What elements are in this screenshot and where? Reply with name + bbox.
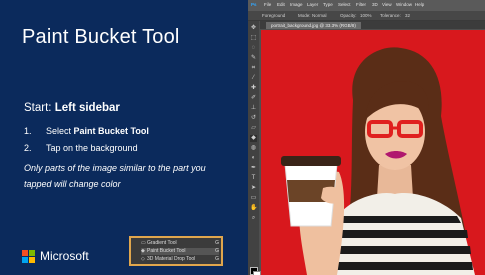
eyedropper-tool-icon[interactable]: ⁄ xyxy=(250,75,257,82)
zoom-tool-icon[interactable]: ⌕ xyxy=(250,215,257,222)
app-logo: Ps xyxy=(251,2,257,7)
menu-select[interactable]: Select xyxy=(338,2,351,7)
step-1: 1. Select Paint Bucket Tool xyxy=(24,126,149,136)
shape-tool-icon[interactable]: ▭ xyxy=(250,195,257,202)
marquee-tool-icon[interactable]: ⬚ xyxy=(250,35,257,42)
crop-tool-icon[interactable]: ⌗ xyxy=(250,65,257,72)
flyout-item-gradient[interactable]: ▭Gradient Tool G xyxy=(141,240,219,247)
flyout-item-label: Paint Bucket Tool xyxy=(147,248,186,254)
path-select-tool-icon[interactable]: ➤ xyxy=(250,185,257,192)
options-bar: Foreground Mode: Normal Opacity: 100% To… xyxy=(248,11,485,21)
document-tab-bar: portrait_background.jpg @ 33.3% (RGB/8) xyxy=(260,21,485,29)
tools-panel: ✥ ⬚ ◌ ✎ ⌗ ⁄ ✚ ✐ ⊥ ↺ ▱ ◆ ◍ ◐ ✒ T ➤ ▭ ✋ ⌕ xyxy=(248,21,261,275)
flyout-item-label: 3D Material Drop Tool xyxy=(147,256,196,262)
flyout-item-shortcut: G xyxy=(215,256,219,262)
flyout-item-shortcut: G xyxy=(215,240,219,246)
start-instruction: Start: Left sidebar xyxy=(24,102,120,114)
step-text: Select xyxy=(46,126,74,136)
menu-bar: Ps File Edit Image Layer Type Select Fil… xyxy=(248,0,485,11)
cup-lid xyxy=(281,156,341,166)
healing-brush-tool-icon[interactable]: ✚ xyxy=(250,85,257,92)
menu-3d[interactable]: 3D xyxy=(372,2,378,7)
dodge-tool-icon[interactable]: ◐ xyxy=(250,155,257,162)
photoshop-window: Ps File Edit Image Layer Type Select Fil… xyxy=(248,0,485,275)
fill-source-select[interactable]: Foreground xyxy=(262,13,285,18)
quick-select-tool-icon[interactable]: ✎ xyxy=(250,55,257,62)
mode-select[interactable]: Normal xyxy=(312,13,327,18)
brush-tool-icon[interactable]: ✐ xyxy=(250,95,257,102)
step-number: 2. xyxy=(24,143,32,153)
menu-layer[interactable]: Layer xyxy=(307,2,318,7)
lasso-tool-icon[interactable]: ◌ xyxy=(250,45,257,52)
hand-tool-icon[interactable]: ✋ xyxy=(250,205,257,212)
start-prefix: Start: xyxy=(24,102,55,114)
start-location: Left sidebar xyxy=(54,102,120,114)
mode-label: Mode: xyxy=(298,13,311,18)
step-text: Tap on the background xyxy=(46,143,138,153)
opacity-field[interactable]: 100% xyxy=(360,13,372,18)
history-brush-tool-icon[interactable]: ↺ xyxy=(250,115,257,122)
brand-name: Microsoft xyxy=(40,249,89,263)
type-tool-icon[interactable]: T xyxy=(250,175,257,182)
tolerance-label: Tolerance: xyxy=(380,13,401,18)
step-2: 2. Tap on the background xyxy=(24,143,138,153)
menu-help[interactable]: Help xyxy=(415,2,424,7)
step-tool-name: Paint Bucket Tool xyxy=(73,126,149,136)
canvas-photo xyxy=(261,30,485,275)
flyout-item-3d-material-drop[interactable]: ◇ 3D Material Drop Tool G xyxy=(141,256,219,263)
menu-filter[interactable]: Filter xyxy=(356,2,366,7)
instruction-panel: Paint Bucket Tool Start: Left sidebar 1.… xyxy=(0,0,248,275)
background-color-swatch[interactable] xyxy=(253,271,261,275)
document-canvas[interactable] xyxy=(261,30,485,275)
tolerance-field[interactable]: 32 xyxy=(405,13,410,18)
step-number: 1. xyxy=(24,126,32,136)
paint-bucket-tool-icon[interactable]: ◆ xyxy=(250,135,257,142)
eraser-tool-icon[interactable]: ▱ xyxy=(250,125,257,132)
menu-file[interactable]: File xyxy=(264,2,271,7)
blur-tool-icon[interactable]: ◍ xyxy=(250,145,257,152)
flyout-item-label: Gradient Tool xyxy=(147,240,177,246)
flyout-item-paint-bucket[interactable]: ◆ Paint Bucket Tool G xyxy=(141,248,219,255)
tutorial-slide: Paint Bucket Tool Start: Left sidebar 1.… xyxy=(0,0,485,275)
move-tool-icon[interactable]: ✥ xyxy=(250,25,257,32)
pen-tool-icon[interactable]: ✒ xyxy=(250,165,257,172)
clone-stamp-tool-icon[interactable]: ⊥ xyxy=(250,105,257,112)
opacity-label: Opacity: xyxy=(340,13,357,18)
menu-window[interactable]: Window xyxy=(396,2,412,7)
document-tab[interactable]: portrait_background.jpg @ 33.3% (RGB/8) xyxy=(266,22,361,29)
microsoft-logo-icon xyxy=(22,250,36,264)
menu-view[interactable]: View xyxy=(382,2,392,7)
slide-title: Paint Bucket Tool xyxy=(22,26,180,48)
tool-flyout-menu: ▭Gradient Tool G ◆ Paint Bucket Tool G ◇ 3… xyxy=(129,236,223,266)
flyout-item-shortcut: G xyxy=(215,248,219,254)
menu-type[interactable]: Type xyxy=(323,2,333,7)
menu-image[interactable]: Image xyxy=(290,2,303,7)
tip-note: Only parts of the image similar to the p… xyxy=(24,163,206,189)
menu-edit[interactable]: Edit xyxy=(277,2,285,7)
